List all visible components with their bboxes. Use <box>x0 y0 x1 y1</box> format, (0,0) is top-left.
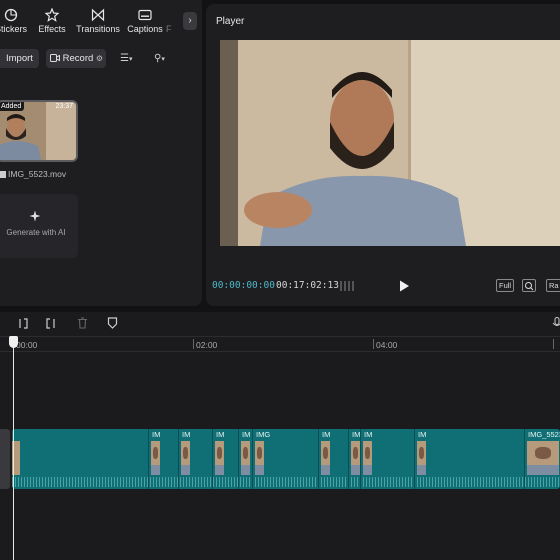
player-title: Player <box>216 16 245 27</box>
tab-label: Transitions <box>76 24 120 34</box>
stickers-icon <box>4 8 18 22</box>
clip-thumbnail <box>417 441 426 475</box>
clip-name: IMG_5523 <box>528 430 560 439</box>
timeline-clip[interactable]: IM <box>348 429 360 489</box>
zoom-icon <box>525 282 534 291</box>
clip-thumbnail <box>363 441 372 475</box>
clip-thumbnail <box>151 441 160 475</box>
split-left-icon[interactable] <box>16 318 28 329</box>
ruler-label: 02:00 <box>196 340 218 350</box>
record-label: Record <box>62 53 94 64</box>
timeline-clip[interactable]: IM <box>360 429 372 489</box>
microphone-icon[interactable] <box>552 317 560 329</box>
clip-name: IM <box>418 430 427 439</box>
clip-thumbnail <box>321 441 330 475</box>
import-button[interactable]: Import <box>0 49 39 68</box>
video-preview[interactable] <box>220 40 560 246</box>
clip-name: IM <box>152 430 161 439</box>
ruler-tick <box>193 339 194 349</box>
generate-with-ai-card[interactable]: Generate with AI <box>0 194 78 258</box>
timeline-clip[interactable]: IM <box>212 429 224 489</box>
ruler-label: 00:00 <box>16 340 38 350</box>
record-options-icon: ⚙ <box>95 54 104 63</box>
tabs-scroll-right-button[interactable]: › <box>183 12 197 30</box>
aspect-ratio-button[interactable]: Ra <box>546 279 560 292</box>
clip-thumbnail <box>215 441 224 475</box>
camera-icon <box>50 54 60 62</box>
timeline-clip[interactable]: IM <box>414 429 426 489</box>
clip-thumbnail <box>241 441 250 475</box>
video-track[interactable]: IM IM IM IM IMG IM IM IM IM IMG_5523 <box>12 429 560 489</box>
clip-name: IM <box>182 430 191 439</box>
ruler-label: 04:00 <box>376 340 398 350</box>
tab-transitions[interactable]: Transitions <box>72 8 124 34</box>
play-icon[interactable] <box>398 280 410 292</box>
captions-icon <box>138 9 152 21</box>
video-frame-image <box>220 40 560 246</box>
clip-thumbnail <box>527 441 559 475</box>
playhead-line <box>13 340 14 560</box>
tab-label: Captions <box>127 24 163 34</box>
generate-with-ai-label: Generate with AI <box>6 228 66 237</box>
chevron-down-icon: ▾ <box>128 56 133 63</box>
timeline-clip[interactable]: IM <box>238 429 250 489</box>
tab-effects[interactable]: Effects <box>27 8 77 34</box>
media-panel: Stickers Effects Transitions Captions F … <box>0 0 202 306</box>
track-header[interactable] <box>0 429 10 489</box>
added-badge: Added <box>0 102 25 111</box>
filter-dropdown[interactable]: ⚲▾ <box>154 49 178 68</box>
chevron-down-icon: ▾ <box>161 56 165 63</box>
delete-icon[interactable] <box>77 317 88 329</box>
video-file-icon <box>0 171 6 178</box>
timecode-format-icon[interactable] <box>340 281 356 291</box>
media-file-name: IMG_5523.mov <box>0 169 66 179</box>
timeline-clip[interactable]: IMG <box>252 429 270 489</box>
import-label: Import <box>6 53 33 64</box>
timeline-ruler[interactable]: 00:00 02:00 04:00 <box>0 336 560 352</box>
clip-thumbnail <box>181 441 190 475</box>
ruler-tick <box>373 339 374 349</box>
timeline-clip[interactable]: IM <box>178 429 190 489</box>
timeline-clip[interactable]: IMG_5523 <box>524 429 560 489</box>
total-time: 00:17:02:13 <box>276 280 339 291</box>
media-thumbnail-image <box>0 102 76 160</box>
marker-icon[interactable] <box>107 317 118 329</box>
media-file-name-text: IMG_5523.mov <box>8 169 67 179</box>
timeline-clip[interactable]: IM <box>318 429 330 489</box>
clip-name: IM <box>216 430 225 439</box>
timeline-panel: 00:00 02:00 04:00 IM IM IM IM IMG IM IM IM IM IMG… <box>0 312 560 560</box>
media-thumbnail[interactable]: Added 23:37 <box>0 100 78 162</box>
record-button[interactable]: Record ⚙ <box>46 49 106 68</box>
zoom-preview-button[interactable] <box>522 279 536 292</box>
split-right-icon[interactable] <box>46 318 58 329</box>
tab-label: Effects <box>38 24 66 34</box>
clip-name: IMG <box>256 430 271 439</box>
timeline-clip[interactable]: IM <box>148 429 160 489</box>
clip-thumbnail <box>255 441 264 475</box>
ruler-tick <box>553 339 554 349</box>
sort-icon: ☰ <box>120 53 129 64</box>
transitions-icon <box>91 8 105 22</box>
full-screen-button[interactable]: Full <box>496 279 515 292</box>
tab-captions[interactable]: Captions <box>120 8 170 34</box>
timeline-toolbar <box>0 312 560 336</box>
sort-dropdown[interactable]: ☰▾ <box>120 49 144 68</box>
current-time: 00:00:00:00 <box>212 280 275 291</box>
player-panel: Player 00:00:00:00 00:17:02:13 Full Ra <box>206 4 560 306</box>
clip-name: IM <box>364 430 373 439</box>
media-duration: 23:37 <box>55 103 73 110</box>
clip-thumbnail <box>351 441 360 475</box>
tab-label: Stickers <box>0 24 27 34</box>
tab-label: F <box>166 24 172 34</box>
playhead-handle[interactable] <box>9 336 18 348</box>
clip-name: IM <box>242 430 251 439</box>
clip-name: IM <box>322 430 331 439</box>
audio-waveform <box>12 477 560 487</box>
effects-icon <box>45 8 59 22</box>
sparkle-icon <box>29 210 41 222</box>
